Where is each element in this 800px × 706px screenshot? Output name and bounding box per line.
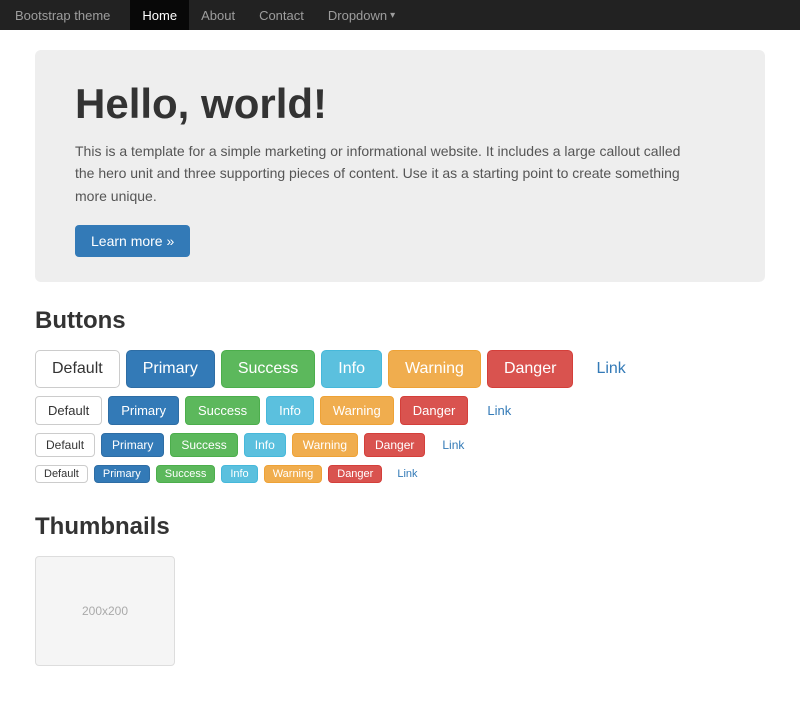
btn-primary-medium[interactable]: Primary xyxy=(108,396,179,425)
jumbotron-description: This is a template for a simple marketin… xyxy=(75,140,695,207)
button-row-small: Default Primary Success Info Warning Dan… xyxy=(35,433,765,457)
main-content: Hello, world! This is a template for a s… xyxy=(20,30,780,706)
navbar-brand[interactable]: Bootstrap theme xyxy=(15,8,110,23)
thumbnails-section-title: Thumbnails xyxy=(35,513,765,541)
thumbnails-section: Thumbnails 200x200 xyxy=(35,513,765,666)
btn-warning-medium[interactable]: Warning xyxy=(320,396,394,425)
btn-success-medium[interactable]: Success xyxy=(185,396,260,425)
btn-info-xsmall[interactable]: Info xyxy=(221,465,257,483)
navbar-nav: Home About Contact Dropdown ▾ xyxy=(130,0,407,30)
buttons-section: Buttons Default Primary Success Info War… xyxy=(35,307,765,483)
thumbnail-item: 200x200 xyxy=(35,556,175,666)
buttons-section-title: Buttons xyxy=(35,307,765,335)
button-row-large: Default Primary Success Info Warning Dan… xyxy=(35,350,765,388)
btn-default-medium[interactable]: Default xyxy=(35,396,102,425)
btn-primary-large[interactable]: Primary xyxy=(126,350,215,388)
jumbotron: Hello, world! This is a template for a s… xyxy=(35,50,765,282)
btn-danger-medium[interactable]: Danger xyxy=(400,396,469,425)
btn-primary-xsmall[interactable]: Primary xyxy=(94,465,150,483)
btn-warning-small[interactable]: Warning xyxy=(292,433,358,457)
navbar: Bootstrap theme Home About Contact Dropd… xyxy=(0,0,800,30)
btn-success-xsmall[interactable]: Success xyxy=(156,465,216,483)
btn-info-small[interactable]: Info xyxy=(244,433,286,457)
btn-warning-xsmall[interactable]: Warning xyxy=(264,465,323,483)
btn-default-large[interactable]: Default xyxy=(35,350,120,388)
btn-link-small[interactable]: Link xyxy=(431,433,475,457)
btn-info-medium[interactable]: Info xyxy=(266,396,314,425)
nav-item-dropdown[interactable]: Dropdown ▾ xyxy=(316,0,407,30)
btn-warning-large[interactable]: Warning xyxy=(388,350,481,388)
btn-success-small[interactable]: Success xyxy=(170,433,237,457)
nav-link-dropdown[interactable]: Dropdown ▾ xyxy=(316,0,407,30)
btn-default-small[interactable]: Default xyxy=(35,433,95,457)
thumbnail-label: 200x200 xyxy=(82,604,128,618)
button-row-medium: Default Primary Success Info Warning Dan… xyxy=(35,396,765,425)
nav-link-home[interactable]: Home xyxy=(130,0,189,30)
btn-default-xsmall[interactable]: Default xyxy=(35,465,88,483)
nav-item-home[interactable]: Home xyxy=(130,0,189,30)
btn-danger-xsmall[interactable]: Danger xyxy=(328,465,382,483)
btn-success-large[interactable]: Success xyxy=(221,350,315,388)
nav-item-about[interactable]: About xyxy=(189,0,247,30)
btn-link-large[interactable]: Link xyxy=(579,350,642,388)
chevron-down-icon: ▾ xyxy=(390,10,395,21)
learn-more-button[interactable]: Learn more » xyxy=(75,225,190,257)
btn-primary-small[interactable]: Primary xyxy=(101,433,164,457)
button-row-xsmall: Default Primary Success Info Warning Dan… xyxy=(35,465,765,483)
btn-info-large[interactable]: Info xyxy=(321,350,382,388)
btn-link-xsmall[interactable]: Link xyxy=(388,465,426,483)
jumbotron-heading: Hello, world! xyxy=(75,80,725,128)
nav-link-about[interactable]: About xyxy=(189,0,247,30)
nav-item-contact[interactable]: Contact xyxy=(247,0,316,30)
btn-danger-large[interactable]: Danger xyxy=(487,350,573,388)
nav-link-contact[interactable]: Contact xyxy=(247,0,316,30)
btn-danger-small[interactable]: Danger xyxy=(364,433,425,457)
btn-link-medium[interactable]: Link xyxy=(474,396,524,425)
